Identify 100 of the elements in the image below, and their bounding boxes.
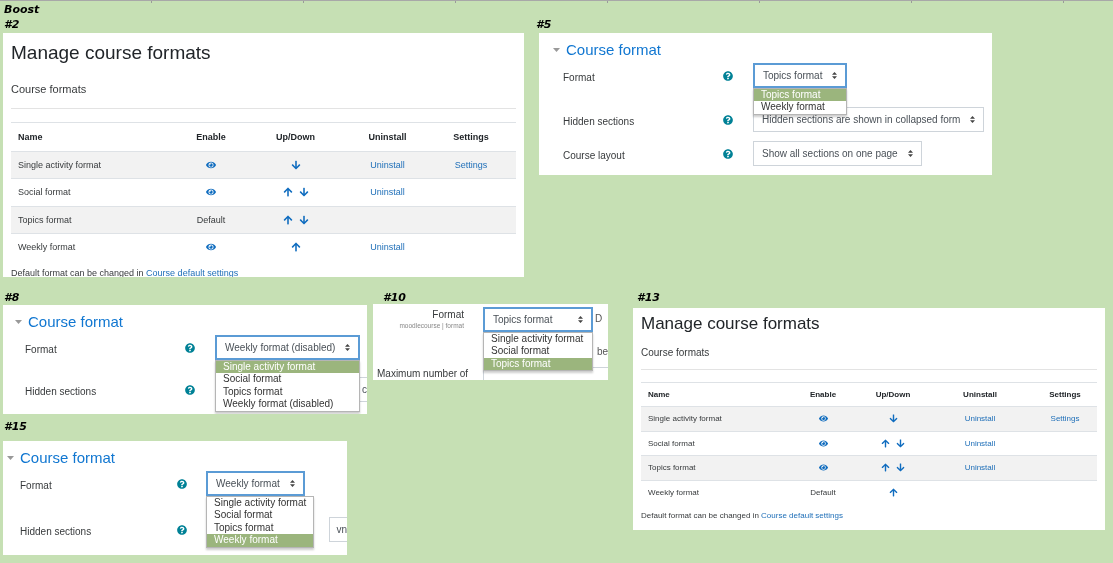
arrow-down-icon[interactable]: [298, 214, 309, 225]
column-header: Enable: [809, 390, 837, 400]
eye-icon[interactable]: [206, 159, 216, 170]
select-field[interactable]: vn: [329, 517, 347, 542]
dropdown-option[interactable]: Weekly format: [754, 101, 847, 114]
default-label: Default: [196, 214, 226, 225]
select-arrows-icon: [832, 72, 838, 79]
section-title: Course format: [20, 449, 116, 466]
sheet-title: Boost: [4, 3, 40, 16]
uninstall-link[interactable]: Uninstall: [964, 414, 996, 424]
settings-link[interactable]: Settings: [1050, 414, 1080, 424]
arrow-up-icon[interactable]: [881, 438, 890, 448]
arrow-up-icon[interactable]: [881, 463, 890, 473]
help-icon[interactable]: [185, 343, 195, 353]
select-arrows-icon: [345, 344, 351, 351]
dropdown-option[interactable]: Single activity format: [484, 333, 592, 346]
arrow-up-icon[interactable]: [888, 487, 898, 497]
column-header: Up/Down: [875, 390, 911, 400]
arrow-up-icon[interactable]: [290, 242, 301, 253]
uninstall-link[interactable]: Uninstall: [370, 159, 405, 170]
collapse-caret-icon[interactable]: [15, 319, 22, 324]
course-default-settings-link[interactable]: Course default settings: [761, 511, 843, 521]
footer-note: Default format can be changed in Course default settings: [11, 267, 240, 277]
section-heading: Course formats: [11, 82, 88, 95]
field-label: Format: [20, 480, 52, 491]
eye-icon[interactable]: [818, 463, 828, 473]
dropdown-option[interactable]: Single activity format: [207, 497, 314, 510]
collapse-caret-icon[interactable]: [553, 47, 560, 52]
select-arrows-icon: [907, 150, 913, 157]
format-name: Weekly format: [648, 487, 699, 497]
uninstall-link[interactable]: Uninstall: [964, 438, 996, 448]
arrow-down-icon[interactable]: [290, 159, 301, 170]
field-label: Hidden sections: [20, 526, 92, 537]
field-label: Format: [563, 72, 595, 83]
eye-icon[interactable]: [818, 414, 828, 424]
format-select[interactable]: Topics format: [753, 63, 848, 88]
help-icon[interactable]: [177, 479, 187, 489]
course-default-settings-link[interactable]: Course default settings: [146, 267, 239, 277]
dropdown-option[interactable]: Weekly format (disabled): [216, 398, 360, 411]
screenshot-number: #2: [4, 18, 20, 31]
arrow-up-icon[interactable]: [282, 214, 293, 225]
select-arrows-icon: [289, 480, 295, 487]
select-arrows-icon: [578, 316, 583, 323]
settings-link[interactable]: Settings: [454, 159, 488, 170]
eye-icon[interactable]: [206, 187, 216, 198]
help-icon[interactable]: [723, 115, 733, 125]
arrow-down-icon[interactable]: [888, 414, 898, 424]
column-header: Settings: [453, 131, 489, 142]
column-header: Enable: [196, 131, 226, 142]
dropdown-option[interactable]: Social format: [484, 345, 592, 358]
column-header: Settings: [1049, 390, 1081, 400]
help-icon[interactable]: [723, 149, 733, 159]
default-text: D: [595, 312, 603, 326]
select-arrows-icon: [970, 116, 976, 123]
format-name: Social format: [18, 187, 71, 198]
format-select[interactable]: Weekly format: [206, 471, 305, 496]
collapse-caret-icon[interactable]: [7, 455, 14, 460]
uninstall-link[interactable]: Uninstall: [964, 463, 996, 473]
uninstall-link[interactable]: Uninstall: [370, 242, 405, 253]
column-header: Name: [648, 390, 670, 400]
uninstall-link[interactable]: Uninstall: [370, 187, 405, 198]
field-label: Course layout: [563, 150, 625, 161]
format-name: Single activity format: [648, 414, 722, 424]
arrow-down-icon[interactable]: [896, 438, 905, 448]
screenshot-number: #8: [4, 291, 20, 304]
column-header: Uninstall: [963, 390, 997, 400]
format-select[interactable]: Show all sections on one page: [753, 141, 922, 166]
format-select[interactable]: Weekly format (disabled): [215, 335, 361, 360]
help-icon[interactable]: [723, 71, 733, 81]
help-icon[interactable]: [185, 385, 195, 395]
arrow-down-icon[interactable]: [896, 463, 905, 473]
arrow-down-icon[interactable]: [298, 187, 309, 198]
screenshot-number: #13: [637, 291, 660, 304]
field-label: Hidden sections: [563, 116, 635, 127]
column-header: Name: [18, 131, 43, 142]
eye-icon[interactable]: [818, 438, 828, 448]
screenshot-number: #10: [383, 291, 406, 304]
column-header: Up/Down: [276, 131, 315, 142]
column-header: Uninstall: [368, 131, 407, 142]
arrow-up-icon[interactable]: [282, 187, 293, 198]
dropdown-option[interactable]: Social format: [216, 373, 360, 386]
format-select[interactable]: Topics format: [483, 307, 593, 332]
default-label: Default: [810, 487, 836, 497]
setting-label: Maximum number of: [376, 367, 470, 379]
screenshot-number: #5: [536, 18, 552, 31]
section-heading: Course formats: [641, 347, 711, 359]
help-icon[interactable]: [177, 525, 187, 535]
description-text: be: [596, 345, 608, 359]
dropdown-option[interactable]: Social format: [207, 509, 314, 522]
section-title: Course format: [28, 313, 124, 330]
field-label: Format: [25, 344, 57, 355]
footer-note: Default format can be changed in Course default settings: [641, 511, 844, 521]
screenshot-number: #15: [4, 420, 27, 433]
format-name: Social format: [648, 438, 695, 448]
format-name: Topics format: [648, 463, 696, 473]
section-title: Course format: [566, 41, 662, 58]
page-title: Manage course formats: [641, 313, 821, 335]
format-name: Single activity format: [18, 159, 102, 170]
format-name: Topics format: [18, 214, 72, 225]
eye-icon[interactable]: [206, 242, 216, 253]
